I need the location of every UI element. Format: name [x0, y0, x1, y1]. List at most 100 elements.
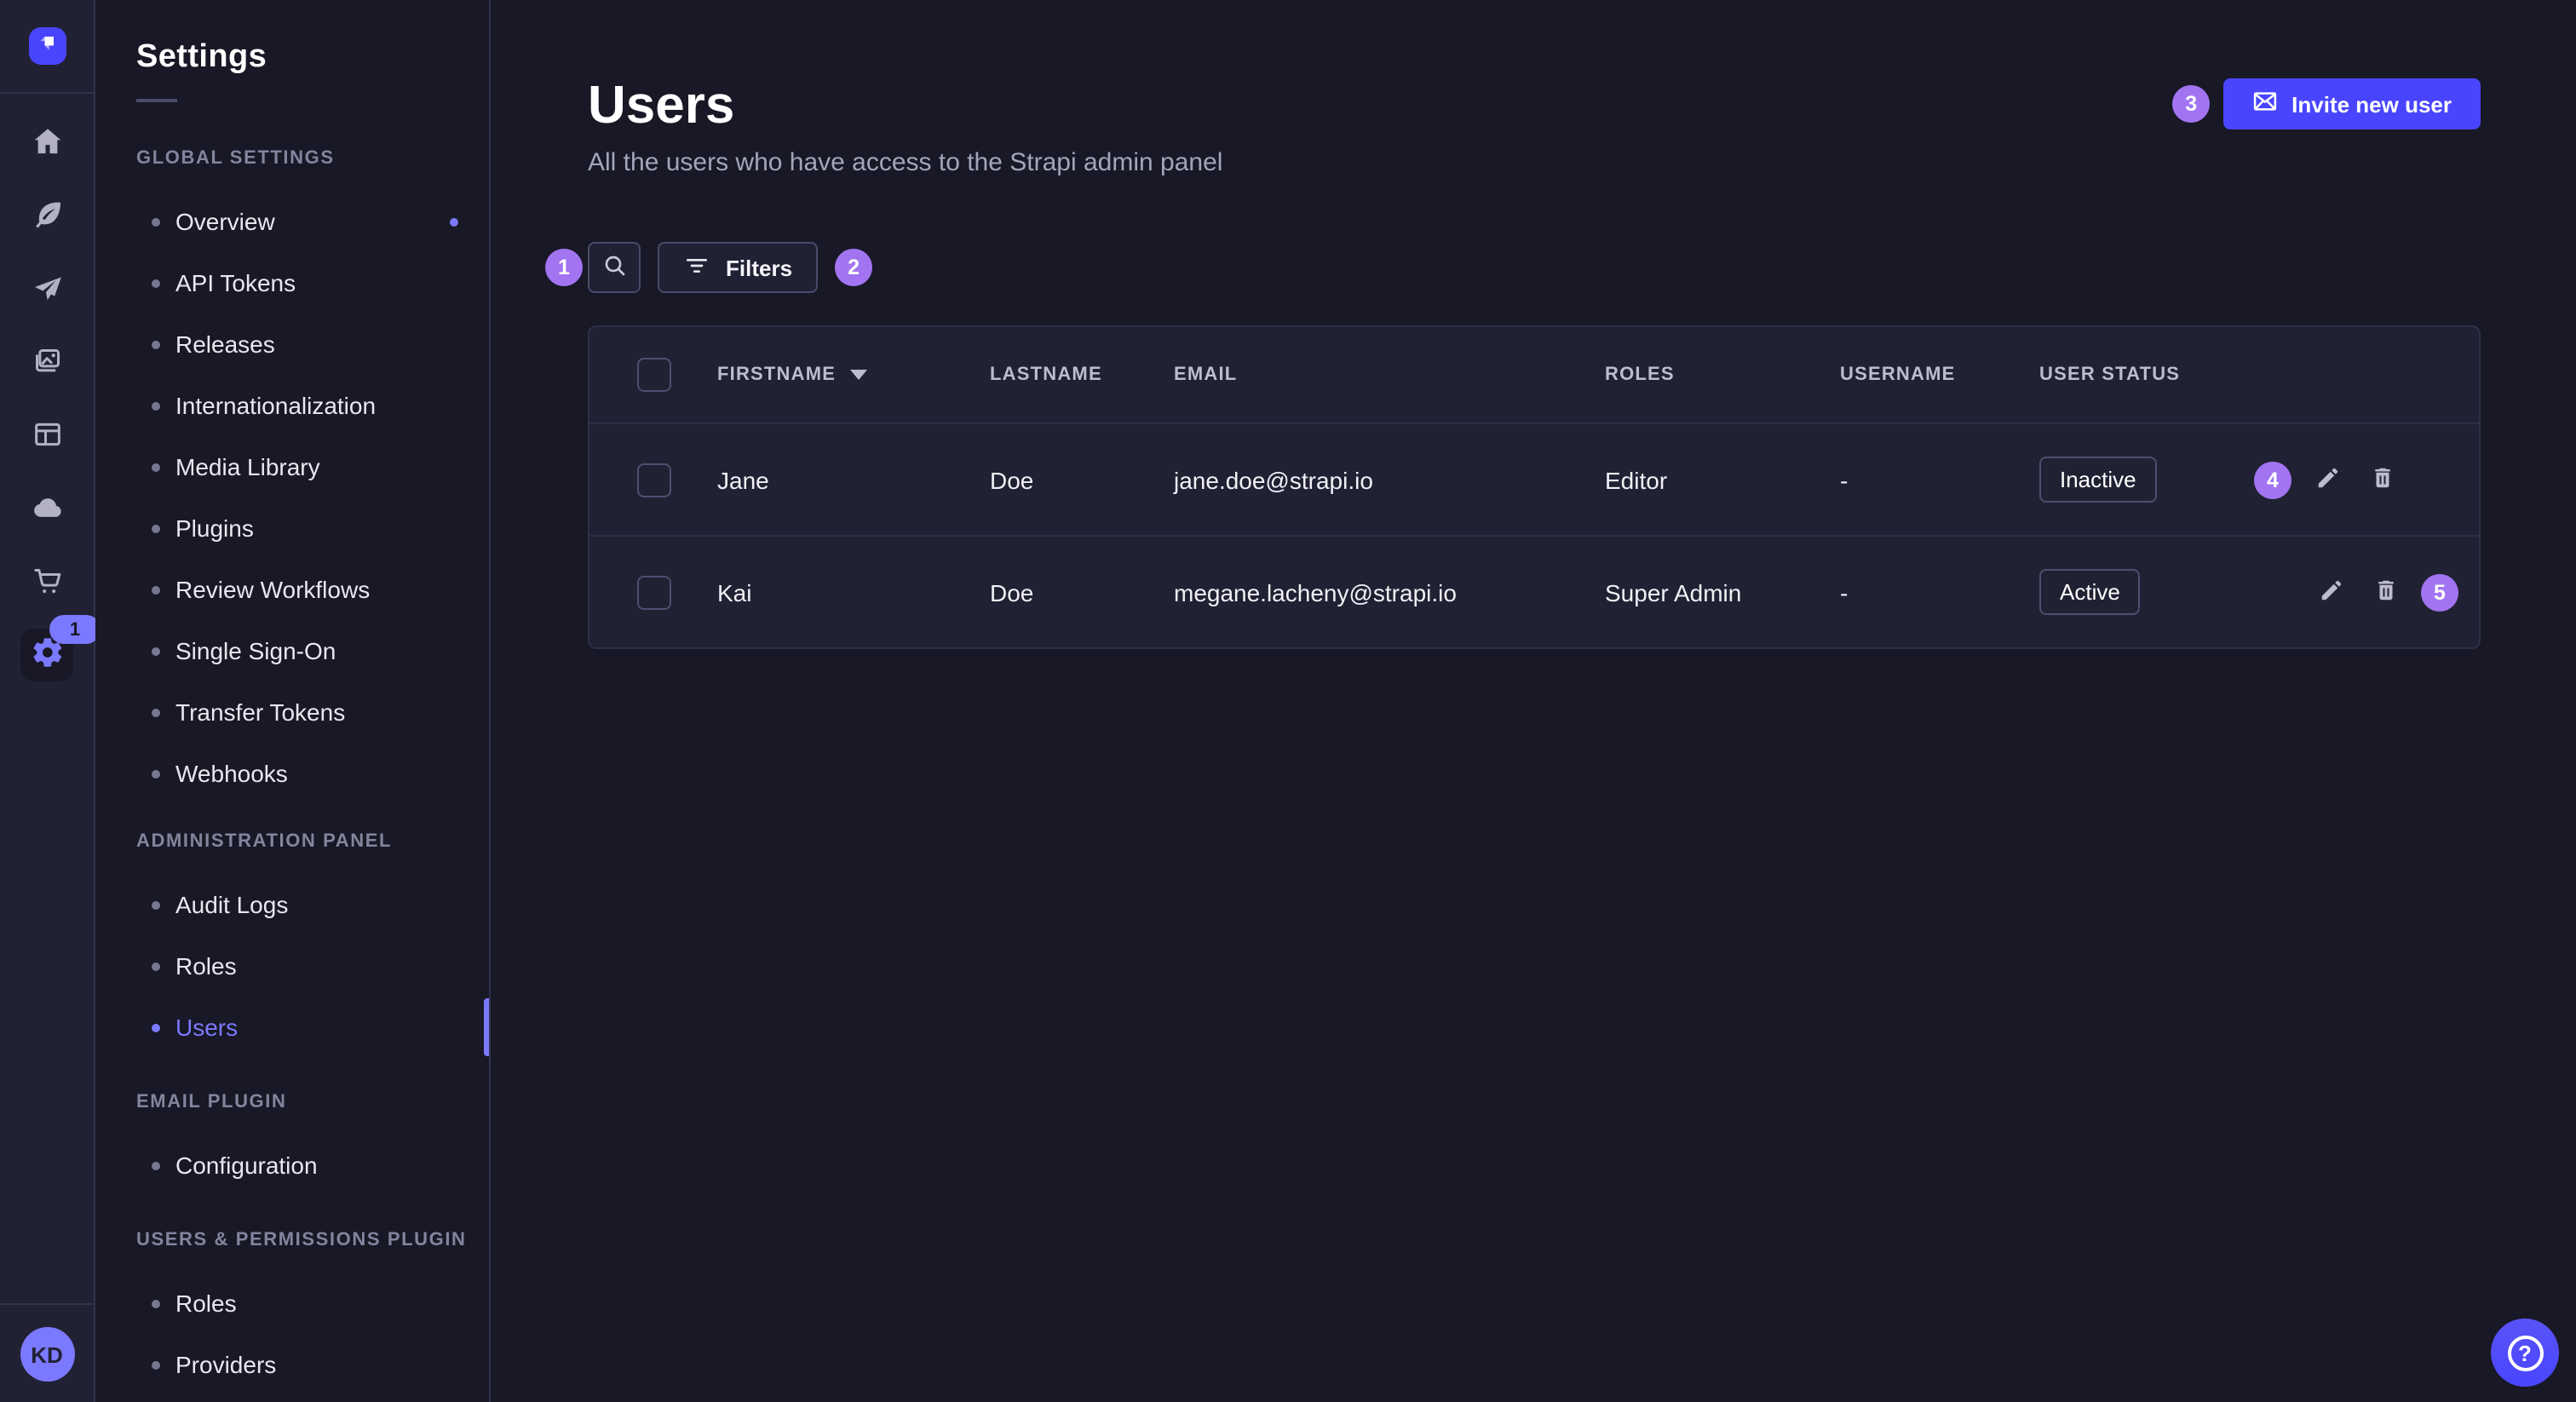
rail-bottom-divider: [0, 1303, 95, 1305]
sidebar-item-api-tokens[interactable]: API Tokens: [95, 252, 489, 313]
edit-user-button[interactable]: [2312, 573, 2349, 611]
row-checkbox[interactable]: [637, 463, 671, 497]
invite-row: 3 Invite new user: [2172, 78, 2481, 129]
sidebar-item-transfer-tokens[interactable]: Transfer Tokens: [95, 681, 489, 743]
bullet-icon: [152, 708, 160, 716]
filters-button[interactable]: Filters: [658, 242, 818, 293]
edit-user-button[interactable]: [2309, 461, 2346, 498]
section-administration-panel: ADMINISTRATION PANEL: [95, 831, 489, 852]
nav-home-button[interactable]: [30, 126, 64, 160]
page-header: Users All the users who have access to t…: [588, 0, 2481, 179]
delete-user-button[interactable]: [2366, 573, 2404, 611]
cloud-icon: [30, 490, 64, 529]
cell-lastname: Doe: [990, 466, 1174, 493]
main-content: Users All the users who have access to t…: [491, 0, 2576, 1402]
column-header-email[interactable]: EMAIL: [1174, 365, 1605, 385]
bullet-icon: [152, 217, 160, 226]
tour-badge-2[interactable]: 2: [835, 249, 872, 286]
bullet-icon: [152, 524, 160, 532]
sidebar-item-releases[interactable]: Releases: [95, 313, 489, 375]
invite-new-user-button[interactable]: Invite new user: [2223, 78, 2481, 129]
column-header-username[interactable]: USERNAME: [1840, 365, 2039, 385]
users-permissions-list: Roles Providers: [95, 1273, 489, 1395]
sort-descending-icon: [849, 370, 866, 380]
sidebar-item-single-sign-on[interactable]: Single Sign-On: [95, 620, 489, 681]
column-header-roles[interactable]: ROLES: [1605, 365, 1840, 385]
global-settings-list: Overview API Tokens Releases Internation…: [95, 191, 489, 804]
strapi-admin-app: 1 KD Settings GLOBAL SETTINGS Overview A…: [0, 0, 2576, 1402]
cell-lastname: Doe: [990, 578, 1174, 606]
sidebar-item-configuration[interactable]: Configuration: [95, 1135, 489, 1196]
question-mark-icon: ?: [2507, 1335, 2543, 1370]
sidebar-item-internationalization[interactable]: Internationalization: [95, 375, 489, 436]
home-icon: [30, 124, 64, 163]
sidebar-item-up-roles[interactable]: Roles: [95, 1273, 489, 1334]
bullet-icon: [152, 585, 160, 594]
sidebar-item-media-library[interactable]: Media Library: [95, 436, 489, 497]
status-badge: Inactive: [2039, 457, 2157, 503]
nav-releases-button[interactable]: [30, 273, 64, 307]
strapi-logo[interactable]: [28, 27, 66, 65]
user-avatar[interactable]: KD: [20, 1327, 74, 1382]
nav-media-library-button[interactable]: [30, 346, 64, 380]
administration-panel-list: Audit Logs Roles Users: [95, 874, 489, 1058]
nav-content-manager-button[interactable]: [30, 199, 64, 233]
overview-notification-dot: [450, 217, 458, 226]
settings-notification-badge: 1: [49, 615, 101, 644]
trash-icon: [2369, 464, 2395, 495]
tour-badge-1[interactable]: 1: [545, 249, 583, 286]
sidebar-item-review-workflows[interactable]: Review Workflows: [95, 559, 489, 620]
bullet-icon: [152, 1299, 160, 1307]
trash-icon: [2372, 577, 2398, 607]
cell-email: jane.doe@strapi.io: [1174, 466, 1605, 493]
table-header-row: FIRSTNAME LASTNAME EMAIL ROLES USERNAME …: [589, 327, 2479, 422]
bullet-icon: [152, 463, 160, 471]
pictures-icon: [30, 343, 64, 382]
email-plugin-list: Configuration: [95, 1135, 489, 1196]
section-email-plugin: EMAIL PLUGIN: [95, 1092, 489, 1112]
sidebar-item-audit-logs[interactable]: Audit Logs: [95, 874, 489, 935]
select-all-checkbox[interactable]: [637, 358, 671, 392]
column-header-lastname[interactable]: LASTNAME: [990, 365, 1174, 385]
nav-marketplace-button[interactable]: [30, 566, 64, 600]
cell-username: -: [1840, 466, 2039, 493]
nav-content-type-builder-button[interactable]: [30, 419, 64, 453]
sidebar-item-plugins[interactable]: Plugins: [95, 497, 489, 559]
layout-icon: [30, 417, 64, 456]
sidebar-item-admin-roles[interactable]: Roles: [95, 935, 489, 997]
cell-firstname: Kai: [717, 578, 990, 606]
tour-badge-4[interactable]: 4: [2254, 461, 2291, 498]
tour-badge-5[interactable]: 5: [2421, 573, 2458, 611]
sidebar-item-providers[interactable]: Providers: [95, 1334, 489, 1395]
cell-username: -: [1840, 578, 2039, 606]
column-header-firstname[interactable]: FIRSTNAME: [717, 365, 990, 385]
status-badge: Active: [2039, 569, 2141, 615]
envelope-icon: [2252, 89, 2278, 119]
sidebar-item-users[interactable]: Users: [95, 997, 489, 1058]
bullet-icon: [152, 340, 160, 348]
sidebar-item-webhooks[interactable]: Webhooks: [95, 743, 489, 804]
tour-badge-3[interactable]: 3: [2172, 85, 2210, 123]
delete-user-button[interactable]: [2363, 461, 2401, 498]
table-row[interactable]: Kai Doe megane.lacheny@strapi.io Super A…: [589, 535, 2479, 647]
nav-cloud-button[interactable]: [30, 492, 64, 526]
cart-icon: [30, 563, 64, 602]
sidebar-title: Settings: [95, 0, 489, 77]
settings-sidebar: Settings GLOBAL SETTINGS Overview API To…: [95, 0, 491, 1402]
table-row[interactable]: Jane Doe jane.doe@strapi.io Editor - Ina…: [589, 422, 2479, 535]
bullet-icon: [152, 1161, 160, 1169]
users-table: FIRSTNAME LASTNAME EMAIL ROLES USERNAME …: [588, 325, 2481, 649]
bullet-icon: [152, 646, 160, 655]
strapi-logo-icon: [35, 30, 59, 62]
pencil-icon: [2314, 464, 2340, 495]
toolbar: 1 Filters 2: [588, 242, 2481, 293]
column-header-user-status[interactable]: USER STATUS: [2039, 365, 2235, 385]
cell-email: megane.lacheny@strapi.io: [1174, 578, 1605, 606]
sidebar-item-overview[interactable]: Overview: [95, 191, 489, 252]
help-button[interactable]: ?: [2491, 1319, 2559, 1387]
rail-bottom: KD: [0, 1303, 95, 1402]
nav-settings-button[interactable]: 1: [20, 629, 73, 681]
row-checkbox[interactable]: [637, 575, 671, 609]
search-button[interactable]: [588, 242, 641, 293]
cell-firstname: Jane: [717, 466, 990, 493]
